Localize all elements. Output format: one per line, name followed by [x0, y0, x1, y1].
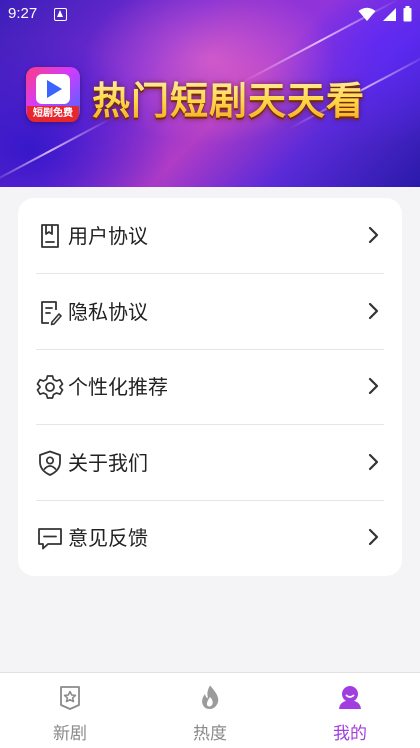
menu-item-label: 意见反馈 [68, 526, 148, 550]
bottom-nav: 新剧 热度 我的 [0, 672, 420, 748]
header-banner: 9:27 短剧免费 热门短剧天天看 [0, 0, 420, 187]
battery-icon [403, 6, 412, 22]
menu-item-label: 隐私协议 [68, 300, 148, 324]
edit-document-icon [41, 301, 62, 326]
menu-item-about-us[interactable]: 关于我们 [18, 425, 402, 500]
menu-item-feedback[interactable]: 意见反馈 [18, 500, 402, 575]
menu-item-label: 个性化推荐 [68, 375, 168, 399]
menu-item-privacy-policy[interactable]: 隐私协议 [18, 274, 402, 349]
settings-menu-card: 用户协议 隐私协议 个性化推荐 关于我们 意见反馈 [18, 198, 402, 576]
chevron-right-icon [368, 302, 379, 320]
user-icon [339, 686, 361, 709]
shield-user-icon [39, 450, 61, 476]
chevron-right-icon [368, 528, 379, 546]
menu-item-label: 关于我们 [68, 451, 148, 475]
signal-icon [383, 7, 396, 21]
chevron-right-icon [368, 226, 379, 244]
menu-item-label: 用户协议 [68, 224, 148, 248]
status-time: 9:27 [8, 5, 38, 22]
chevron-right-icon [368, 453, 379, 471]
gear-icon [36, 375, 64, 399]
nav-label: 新剧 [53, 724, 87, 744]
logo-tag: 短剧免费 [27, 106, 79, 122]
star-badge-icon [60, 686, 80, 710]
nav-label: 我的 [333, 724, 367, 744]
chat-icon [38, 528, 62, 550]
light-streak [0, 117, 113, 185]
nav-tab-new-drama[interactable]: 新剧 [0, 673, 140, 748]
notification-icon [54, 8, 67, 21]
status-icons [358, 6, 412, 22]
menu-item-user-agreement[interactable]: 用户协议 [18, 198, 402, 273]
banner-title: 热门短剧天天看 [92, 70, 365, 125]
nav-tab-popularity[interactable]: 热度 [140, 673, 280, 748]
play-icon [36, 74, 70, 104]
chevron-right-icon [368, 377, 379, 395]
status-bar: 9:27 [0, 0, 420, 30]
nav-tab-mine[interactable]: 我的 [280, 673, 420, 748]
wifi-icon [358, 7, 376, 21]
nav-label: 热度 [193, 724, 227, 744]
document-icon [41, 224, 59, 248]
menu-item-personalized-recommendation[interactable]: 个性化推荐 [18, 349, 402, 424]
flame-icon [202, 685, 219, 709]
